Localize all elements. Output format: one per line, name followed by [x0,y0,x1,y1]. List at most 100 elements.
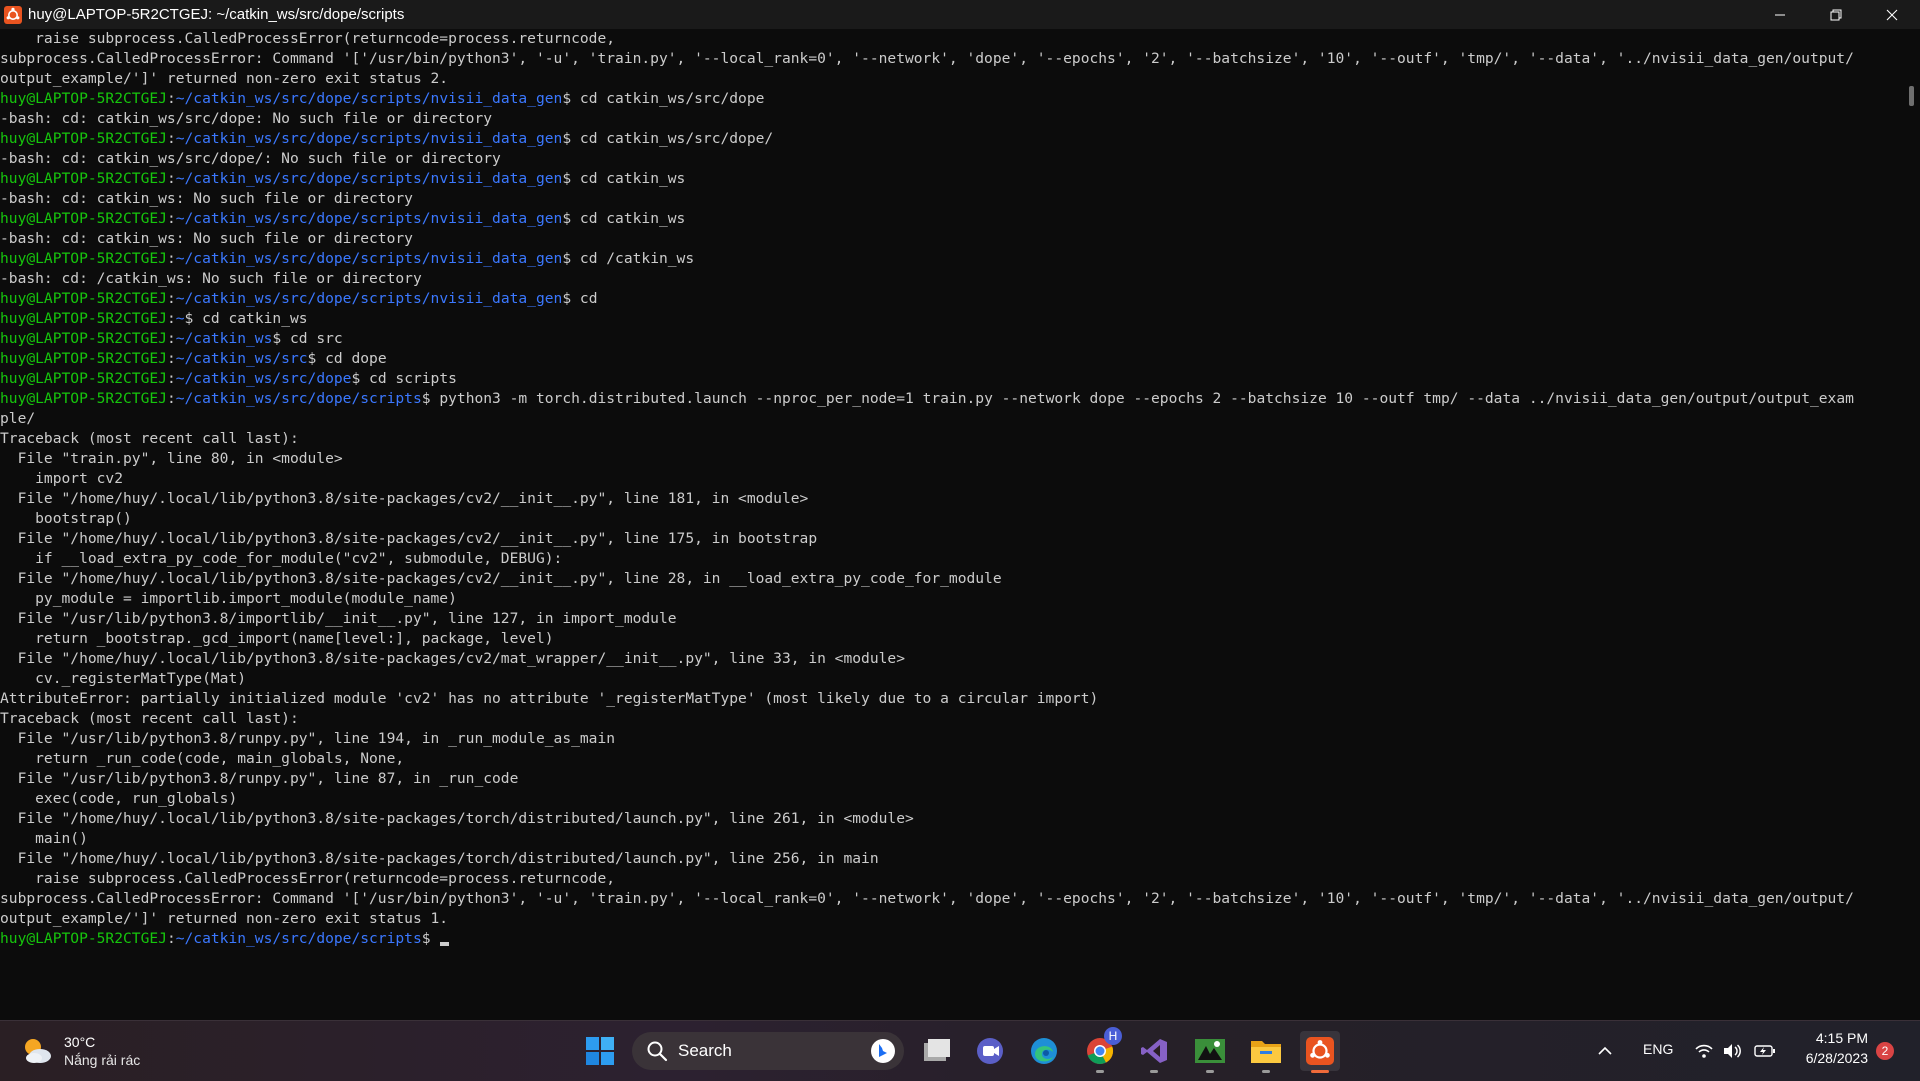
prompt-separator: : [166,130,176,147]
output-text: exec(code, run_globals) [0,790,238,807]
text-cursor [440,942,450,946]
clock-time[interactable]: 4:15 PM [1792,1030,1868,1046]
minimize-button[interactable] [1752,0,1808,29]
terminal-line: File "/usr/lib/python3.8/runpy.py", line… [0,729,1906,749]
teams-chat-button[interactable] [970,1031,1010,1071]
command-text: cd src [281,330,343,347]
output-text: -bash: cd: catkin_ws/src/dope/: No such … [0,150,501,167]
output-text: Traceback (most recent call last): [0,430,299,447]
terminal-line: huy@LAPTOP-5R2CTGEJ:~/catkin_ws/src/dope… [0,129,1906,149]
restore-icon [1830,9,1842,20]
output-text: py_module = importlib.import_module(modu… [0,590,457,607]
running-indicator [1096,1070,1104,1073]
prompt-user-host: huy@LAPTOP-5R2CTGEJ [0,390,167,407]
ubuntu-app-icon[interactable] [4,5,22,24]
output-text: cv._registerMatType(Mat) [0,670,247,687]
prompt-separator: : [166,930,176,947]
partly-sunny-icon [20,1034,54,1068]
output-text: -bash: cd: /catkin_ws: No such file or d… [0,270,422,287]
terminal-line: raise subprocess.CalledProcessError(retu… [0,869,1906,889]
prompt-path: ~/catkin_ws/src/dope [175,370,352,387]
terminal-line: subprocess.CalledProcessError: Command '… [0,49,1906,69]
weather-condition: Nắng rải rác [64,1052,141,1068]
terminal-line: huy@LAPTOP-5R2CTGEJ:~/catkin_ws/src/dope… [0,389,1906,409]
prompt-user-host: huy@LAPTOP-5R2CTGEJ [0,350,167,367]
taskbar-search[interactable]: Search [632,1032,904,1070]
terminal-line: -bash: cd: catkin_ws/src/dope: No such f… [0,109,1906,129]
command-text: cd [571,290,598,307]
terminal-line: huy@LAPTOP-5R2CTGEJ:~/catkin_ws/src/dope… [0,289,1906,309]
close-icon [1886,9,1898,20]
output-text: -bash: cd: catkin_ws: No such file or di… [0,230,413,247]
ubuntu-terminal-button[interactable] [1300,1031,1340,1073]
edge-button[interactable] [1024,1031,1064,1071]
file-explorer-button[interactable] [1246,1031,1286,1073]
terminal-line: huy@LAPTOP-5R2CTGEJ:~/catkin_ws/src/dope… [0,89,1906,109]
terminal-line: File "/home/huy/.local/lib/python3.8/sit… [0,569,1906,589]
terminal-output[interactable]: raise subprocess.CalledProcessError(retu… [0,29,1906,1019]
chevron-up-icon [1598,1046,1612,1055]
task-view-button[interactable] [916,1031,956,1071]
terminal-line: File "/usr/lib/python3.8/runpy.py", line… [0,769,1906,789]
prompt-user-host: huy@LAPTOP-5R2CTGEJ [0,250,167,267]
prompt-dollar: $ [184,310,194,327]
visual-studio-button[interactable] [1134,1031,1174,1073]
terminal-line: return _bootstrap._gcd_import(name[level… [0,629,1906,649]
ubuntu-icon [1306,1037,1334,1065]
prompt-dollar: $ [562,290,572,307]
notification-badge[interactable]: 2 [1876,1042,1894,1060]
command-text: cd catkin_ws [571,170,686,187]
terminal-line: main() [0,829,1906,849]
terminal-scrollbar[interactable] [1909,86,1914,106]
prompt-dollar: $ [562,170,572,187]
terminal-line: File "/usr/lib/python3.8/importlib/__ini… [0,609,1906,629]
bing-icon[interactable] [870,1038,896,1064]
close-button[interactable] [1864,0,1920,29]
start-button[interactable] [580,1031,620,1071]
language-indicator[interactable]: ENG [1643,1041,1673,1057]
prompt-path: ~/catkin_ws/src [175,350,308,367]
output-text: if __load_extra_py_code_for_module("cv2"… [0,550,563,567]
command-text: cd catkin_ws [571,210,686,227]
prompt-user-host: huy@LAPTOP-5R2CTGEJ [0,210,167,227]
output-text: File "train.py", line 80, in <module> [0,450,343,467]
prompt-path: ~/catkin_ws/src/dope/scripts/nvisii_data… [175,210,563,227]
restore-button[interactable] [1808,0,1864,29]
output-text: File "/usr/lib/python3.8/importlib/__ini… [0,610,677,627]
command-text: cd dope [316,350,387,367]
output-text: return _run_code(code, main_globals, Non… [0,750,405,767]
terminal-line: File "/home/huy/.local/lib/python3.8/sit… [0,489,1906,509]
battery-button[interactable] [1752,1031,1778,1071]
prompt-dollar: $ [307,350,317,367]
running-indicator [1206,1070,1214,1073]
show-hidden-icons-button[interactable] [1592,1031,1618,1071]
prompt-path: ~ [175,310,185,327]
terminal-line: if __load_extra_py_code_for_module("cv2"… [0,549,1906,569]
output-text: File "/home/huy/.local/lib/python3.8/sit… [0,490,809,507]
clock-date[interactable]: 6/28/2023 [1792,1050,1868,1066]
terminal-line: huy@LAPTOP-5R2CTGEJ:~/catkin_ws/src/dope… [0,209,1906,229]
prompt-separator: : [166,370,176,387]
prompt-separator: : [166,310,176,327]
terminal-line: File "/home/huy/.local/lib/python3.8/sit… [0,529,1906,549]
visual-studio-icon [1141,1039,1167,1063]
output-text: output_example/']' returned non-zero exi… [0,910,449,927]
active-indicator [1311,1070,1329,1073]
output-text: AttributeError: partially initialized mo… [0,690,1099,707]
wifi-button[interactable] [1692,1031,1716,1071]
chrome-button[interactable]: H [1080,1027,1122,1073]
output-text: output_example/']' returned non-zero exi… [0,70,449,87]
prompt-path: ~/catkin_ws/src/dope/scripts/nvisii_data… [175,290,563,307]
snipping-app-button[interactable] [1190,1031,1230,1073]
volume-button[interactable] [1720,1031,1744,1071]
terminal-line: exec(code, run_globals) [0,789,1906,809]
terminal-line: File "/home/huy/.local/lib/python3.8/sit… [0,849,1906,869]
terminal-line: subprocess.CalledProcessError: Command '… [0,889,1906,909]
prompt-dollar: $ [272,330,282,347]
terminal-line: huy@LAPTOP-5R2CTGEJ:~/catkin_ws$ cd src [0,329,1906,349]
output-text: -bash: cd: catkin_ws/src/dope: No such f… [0,110,493,127]
weather-widget[interactable]: 30°C Nắng rải rác [20,1033,140,1069]
prompt-path: ~/catkin_ws/src/dope/scripts [175,390,422,407]
command-text: cd catkin_ws/src/dope [571,90,765,107]
weather-temperature: 30°C [64,1034,96,1050]
